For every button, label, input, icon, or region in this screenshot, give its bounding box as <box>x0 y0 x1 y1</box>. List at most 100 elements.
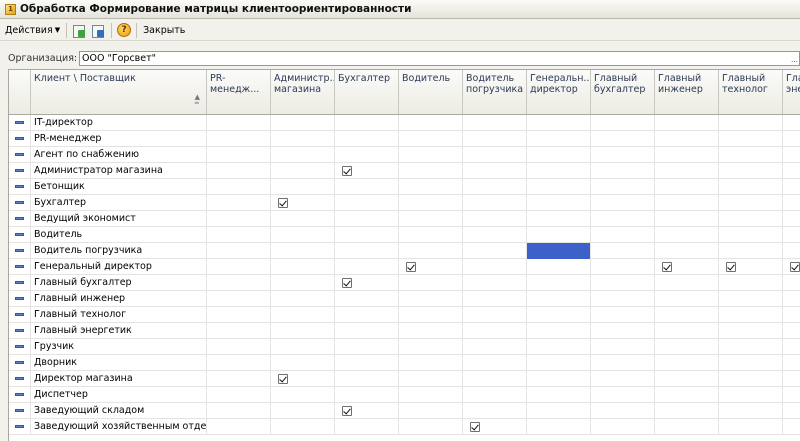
client-name-cell[interactable]: Ведущий экономист <box>31 211 207 227</box>
matrix-cell[interactable] <box>591 387 655 403</box>
matrix-cell[interactable] <box>463 179 527 195</box>
checkbox-checked[interactable] <box>342 278 352 288</box>
matrix-cell[interactable] <box>463 403 527 419</box>
matrix-cell[interactable] <box>399 163 463 179</box>
client-name-cell[interactable]: Генеральный директор <box>31 259 207 275</box>
organization-field[interactable]: ООО "Горсвет" … <box>79 51 800 66</box>
matrix-cell[interactable] <box>783 371 800 387</box>
checkbox-checked[interactable] <box>342 166 352 176</box>
table-row[interactable]: IT-директор <box>9 115 800 131</box>
matrix-cell[interactable] <box>207 355 271 371</box>
matrix-cell[interactable] <box>719 339 783 355</box>
matrix-cell[interactable] <box>335 387 399 403</box>
matrix-cell[interactable] <box>591 131 655 147</box>
matrix-cell[interactable] <box>207 259 271 275</box>
table-row[interactable]: Бетонщик <box>9 179 800 195</box>
table-row[interactable]: Бухгалтер <box>9 195 800 211</box>
matrix-cell[interactable] <box>207 195 271 211</box>
matrix-cell[interactable] <box>783 355 800 371</box>
matrix-cell[interactable] <box>207 211 271 227</box>
checkbox-checked[interactable] <box>406 262 416 272</box>
matrix-cell[interactable] <box>271 419 335 435</box>
client-name-cell[interactable]: Диспетчер <box>31 387 207 403</box>
checkbox-checked[interactable] <box>342 406 352 416</box>
matrix-cell[interactable] <box>463 147 527 163</box>
client-name-cell[interactable]: Главный технолог <box>31 307 207 323</box>
matrix-cell[interactable] <box>335 163 399 179</box>
matrix-cell[interactable] <box>719 307 783 323</box>
matrix-cell[interactable] <box>463 227 527 243</box>
matrix-cell[interactable] <box>655 371 719 387</box>
matrix-cell[interactable] <box>719 131 783 147</box>
matrix-cell[interactable] <box>527 387 591 403</box>
matrix-cell[interactable] <box>271 243 335 259</box>
matrix-cell[interactable] <box>719 291 783 307</box>
matrix-cell[interactable] <box>335 259 399 275</box>
matrix-cell[interactable] <box>591 115 655 131</box>
client-name-cell[interactable]: Грузчик <box>31 339 207 355</box>
column-header[interactable]: Водитель <box>399 70 463 114</box>
matrix-cell[interactable] <box>591 275 655 291</box>
matrix-cell[interactable] <box>783 259 800 275</box>
matrix-cell[interactable] <box>655 147 719 163</box>
table-row[interactable]: Диспетчер <box>9 387 800 403</box>
matrix-cell[interactable] <box>527 243 591 259</box>
matrix-cell[interactable] <box>527 163 591 179</box>
matrix-cell[interactable] <box>399 419 463 435</box>
table-row[interactable]: Главный технолог <box>9 307 800 323</box>
matrix-cell[interactable] <box>719 195 783 211</box>
header-client-supplier[interactable]: Клиент \ Поставщик ▲ ═ <box>31 70 207 114</box>
matrix-cell[interactable] <box>783 131 800 147</box>
matrix-cell[interactable] <box>655 195 719 211</box>
matrix-cell[interactable] <box>527 275 591 291</box>
matrix-cell[interactable] <box>783 227 800 243</box>
help-icon[interactable]: ? <box>117 23 132 37</box>
matrix-cell[interactable] <box>271 307 335 323</box>
fill-matrix-icon[interactable] <box>72 23 87 38</box>
matrix-cell[interactable] <box>271 163 335 179</box>
matrix-cell[interactable] <box>655 307 719 323</box>
matrix-cell[interactable] <box>655 227 719 243</box>
matrix-cell[interactable] <box>591 339 655 355</box>
matrix-cell[interactable] <box>463 163 527 179</box>
matrix-cell[interactable] <box>719 259 783 275</box>
matrix-cell[interactable] <box>271 131 335 147</box>
matrix-cell[interactable] <box>207 371 271 387</box>
client-name-cell[interactable]: Водитель <box>31 227 207 243</box>
matrix-cell[interactable] <box>719 179 783 195</box>
matrix-cell[interactable] <box>591 323 655 339</box>
matrix-cell[interactable] <box>271 291 335 307</box>
matrix-cell[interactable] <box>719 211 783 227</box>
matrix-cell[interactable] <box>719 275 783 291</box>
matrix-cell[interactable] <box>719 163 783 179</box>
matrix-cell[interactable] <box>207 291 271 307</box>
matrix-cell[interactable] <box>399 179 463 195</box>
client-name-cell[interactable]: PR-менеджер <box>31 131 207 147</box>
matrix-cell[interactable] <box>399 211 463 227</box>
matrix-cell[interactable] <box>719 355 783 371</box>
matrix-cell[interactable] <box>271 195 335 211</box>
matrix-cell[interactable] <box>207 147 271 163</box>
matrix-cell[interactable] <box>271 147 335 163</box>
matrix-cell[interactable] <box>463 131 527 147</box>
column-header[interactable]: Администр... магазина <box>271 70 335 114</box>
matrix-cell[interactable] <box>271 403 335 419</box>
matrix-cell[interactable] <box>399 403 463 419</box>
matrix-cell[interactable] <box>335 355 399 371</box>
table-row[interactable]: Генеральный директор <box>9 259 800 275</box>
matrix-cell[interactable] <box>271 275 335 291</box>
matrix-cell[interactable] <box>527 323 591 339</box>
table-row[interactable]: Ведущий экономист <box>9 211 800 227</box>
matrix-cell[interactable] <box>335 419 399 435</box>
matrix-cell[interactable] <box>335 275 399 291</box>
matrix-cell[interactable] <box>783 179 800 195</box>
matrix-cell[interactable] <box>271 323 335 339</box>
matrix-cell[interactable] <box>527 419 591 435</box>
checkbox-checked[interactable] <box>790 262 800 272</box>
table-row[interactable]: Директор магазина <box>9 371 800 387</box>
matrix-cell[interactable] <box>207 131 271 147</box>
matrix-cell[interactable] <box>271 387 335 403</box>
matrix-cell[interactable] <box>399 291 463 307</box>
matrix-cell[interactable] <box>527 259 591 275</box>
matrix-cell[interactable] <box>271 179 335 195</box>
